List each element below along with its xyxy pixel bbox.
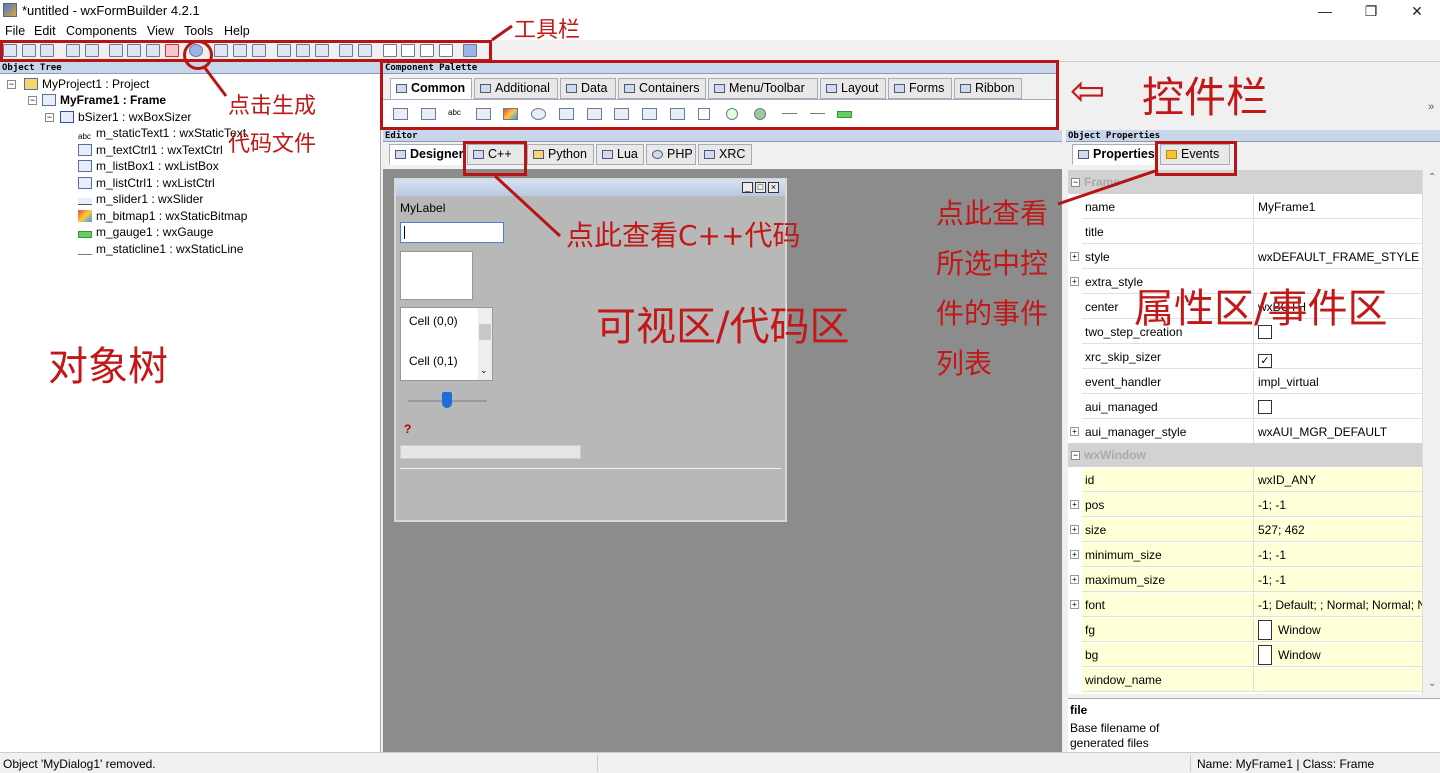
annotation-toolbar: 工具栏 xyxy=(514,18,581,43)
annotation-properties: 属性区/事件区 xyxy=(1134,286,1388,332)
annotation-events-2: 所选中控 xyxy=(936,247,1049,280)
toolbar-pointer-line xyxy=(491,24,513,42)
events-pointer-line xyxy=(1057,168,1159,206)
annotation-palette: 控件栏 xyxy=(1142,73,1269,122)
annotation-generate: 点击生成 xyxy=(228,94,317,119)
annotation-arrow-icon: ⇦ xyxy=(1070,66,1106,115)
annotation-generate-2: 代码文件 xyxy=(228,132,317,157)
annotation-visual-area: 可视区/代码区 xyxy=(596,304,850,350)
annotation-events-3: 件的事件 xyxy=(936,297,1049,330)
generate-pointer-line xyxy=(203,67,228,97)
cpp-pointer-line xyxy=(493,174,562,238)
annotation-events-4: 列表 xyxy=(936,347,993,380)
annotation-events-1: 点此查看 xyxy=(936,197,1049,230)
annotation-cpp: 点此查看C++代码 xyxy=(566,219,801,252)
annotation-object-tree: 对象树 xyxy=(48,344,168,390)
